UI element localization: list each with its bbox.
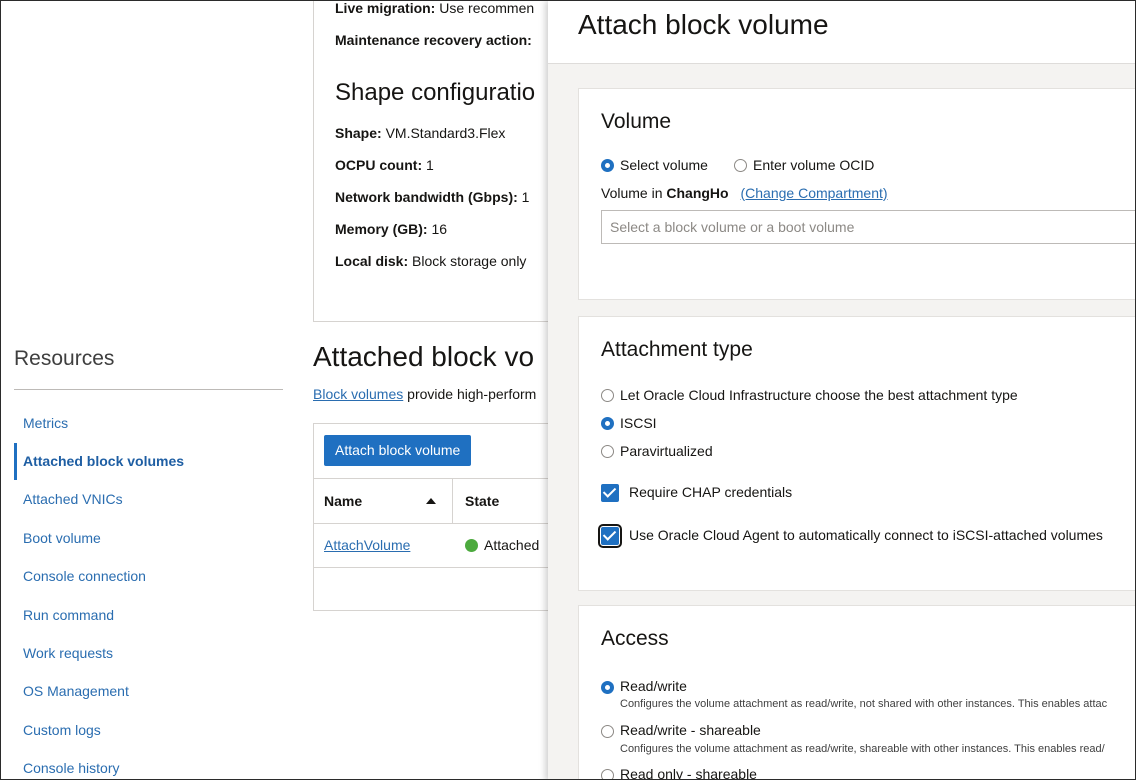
radio-selected-icon[interactable]: [601, 417, 614, 430]
live-migration-value: Use recommen: [439, 0, 535, 16]
live-migration-label: Live migration:: [335, 0, 436, 16]
table-row: AttachVolume Attached: [314, 523, 573, 568]
volume-heading: Volume: [601, 110, 672, 133]
radio-label: Read/write - shareable: [620, 722, 761, 738]
attachment-type-heading: Attachment type: [601, 338, 753, 361]
active-nav-indicator: [14, 443, 17, 480]
nav-item-os-management[interactable]: OS Management: [23, 683, 129, 699]
attach-block-volume-panel: Attach block volume Volume Select volume…: [548, 1, 1135, 780]
radio-label: Let Oracle Cloud Infrastructure choose t…: [620, 387, 1018, 403]
volume-state: Attached: [484, 537, 540, 553]
column-divider: [452, 479, 453, 523]
bandwidth-value: 1: [521, 189, 530, 205]
ocpu-value: 1: [426, 157, 434, 173]
nav-item-console-connection[interactable]: Console connection: [23, 568, 146, 584]
radio-label: ISCSI: [620, 415, 657, 431]
ocpu-label: OCPU count:: [335, 157, 423, 173]
compartment-prefix: Volume in: [601, 185, 663, 201]
local-disk-label: Local disk:: [335, 253, 409, 269]
nav-item-console-history[interactable]: Console history: [23, 760, 120, 776]
radio-unselected-icon[interactable]: [601, 389, 614, 402]
volume-select-input[interactable]: Select a block volume or a boot volume: [601, 210, 1135, 244]
radio-label: Enter volume OCID: [753, 157, 875, 173]
memory-label: Memory (GB):: [335, 221, 428, 237]
radio-unselected-icon[interactable]: [601, 725, 614, 738]
live-migration-row: Live migration: Use recommen: [335, 0, 535, 16]
checkbox-checked-icon[interactable]: [598, 524, 622, 548]
bandwidth-label: Network bandwidth (Gbps):: [335, 189, 518, 205]
panel-title: Attach block volume: [578, 9, 829, 40]
resources-title: Resources: [14, 347, 115, 370]
ocpu-row: OCPU count: 1: [335, 157, 434, 173]
radio-unselected-icon[interactable]: [734, 159, 747, 172]
radio-label: Read/write: [620, 678, 687, 694]
column-header-name[interactable]: Name: [324, 479, 362, 523]
compartment-line: Volume in ChangHo (Change Compartment): [601, 185, 888, 201]
radio-label: Read only - shareable: [620, 766, 757, 780]
radio-unselected-icon[interactable]: [601, 769, 614, 779]
local-disk-row: Local disk: Block storage only: [335, 253, 526, 269]
bandwidth-row: Network bandwidth (Gbps): 1: [335, 189, 529, 205]
nav-item-custom-logs[interactable]: Custom logs: [23, 722, 101, 738]
nav-item-boot-volume[interactable]: Boot volume: [23, 530, 101, 546]
attached-volumes-heading: Attached block vo: [313, 341, 535, 372]
sort-ascending-icon[interactable]: [426, 498, 436, 504]
maintenance-row: Maintenance recovery action:: [335, 32, 532, 48]
shape-config-heading: Shape configuratio: [335, 79, 536, 106]
local-disk-value: Block storage only: [412, 253, 527, 269]
panel-header: Attach block volume: [548, 1, 1135, 64]
radio-selected-icon[interactable]: [601, 681, 614, 694]
read-write-shareable-description: Configures the volume attachment as read…: [620, 743, 1105, 755]
shape-label: Shape:: [335, 125, 382, 141]
nav-item-attached-vnics[interactable]: Attached VNICs: [23, 491, 123, 507]
maintenance-label: Maintenance recovery action:: [335, 32, 532, 48]
radio-label: Select volume: [620, 157, 708, 173]
memory-value: 16: [431, 221, 448, 237]
radio-label: Paravirtualized: [620, 443, 713, 459]
read-write-description: Configures the volume attachment as read…: [620, 698, 1108, 710]
shape-value: VM.Standard3.Flex: [385, 125, 506, 141]
memory-row: Memory (GB): 16: [335, 221, 447, 237]
radio-selected-icon[interactable]: [601, 159, 614, 172]
attach-block-volume-button[interactable]: Attach block volume: [324, 435, 472, 466]
access-heading: Access: [601, 627, 669, 650]
attached-volumes-description: Block volumes provide high-perform: [313, 386, 536, 402]
status-available-icon: [465, 539, 478, 552]
volume-card: Volume Select volume Enter volume OCID V…: [578, 88, 1135, 300]
attachment-type-card: Attachment type Let Oracle Cloud Infrast…: [578, 316, 1135, 591]
block-volumes-link[interactable]: Block volumes: [313, 386, 403, 402]
radio-unselected-icon[interactable]: [601, 445, 614, 458]
nav-item-metrics[interactable]: Metrics: [23, 415, 68, 431]
compartment-name: ChangHo: [666, 185, 729, 201]
change-compartment-link[interactable]: (Change Compartment): [740, 185, 887, 201]
nav-item-attached-block-volumes[interactable]: Attached block volumes: [23, 453, 184, 469]
description-text: provide high-perform: [407, 386, 537, 402]
checkbox-label: Use Oracle Cloud Agent to automatically …: [629, 527, 1103, 543]
checkbox-checked-icon[interactable]: [601, 484, 619, 502]
screenshot-frame: Live migration: Use recommen Maintenance…: [0, 0, 1136, 780]
access-card: Access Read/write Configures the volume …: [578, 605, 1135, 780]
shape-row: Shape: VM.Standard3.Flex: [335, 125, 505, 141]
nav-item-work-requests[interactable]: Work requests: [23, 645, 113, 661]
resources-divider: [14, 389, 283, 390]
column-header-state[interactable]: State: [465, 479, 499, 523]
checkbox-label: Require CHAP credentials: [629, 484, 793, 500]
nav-item-run-command[interactable]: Run command: [23, 607, 114, 623]
table-header-row: Name State: [314, 478, 573, 524]
volume-name-link[interactable]: AttachVolume: [324, 537, 410, 553]
